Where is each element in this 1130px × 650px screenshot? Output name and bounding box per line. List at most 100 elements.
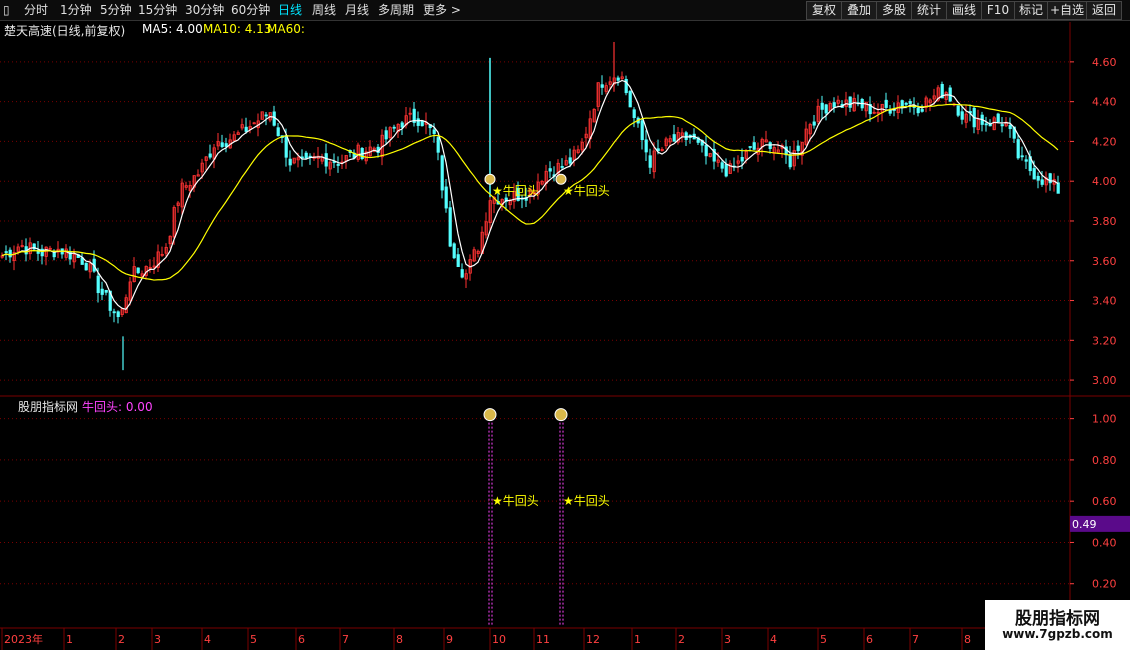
tab-15min[interactable]: 15分钟 bbox=[138, 2, 177, 18]
candle-body bbox=[644, 139, 648, 153]
candle-body bbox=[1016, 139, 1020, 159]
time-axis-label: 5 bbox=[820, 633, 827, 646]
candle-body bbox=[324, 153, 328, 167]
candle-body bbox=[1056, 182, 1060, 194]
time-axis-label: 9 bbox=[446, 633, 453, 646]
candle-body bbox=[52, 252, 56, 258]
signal-markers: ★牛回头 ★牛回头 ★牛回头 ★牛回头 bbox=[483, 173, 610, 625]
time-axis-label: 12 bbox=[586, 633, 600, 646]
candle-body bbox=[632, 109, 636, 118]
candle-body bbox=[460, 269, 464, 278]
back-button[interactable]: 返回 bbox=[1086, 1, 1122, 20]
candle-body bbox=[628, 91, 632, 108]
time-axis-label: 4 bbox=[770, 633, 777, 646]
candle-body bbox=[548, 168, 552, 172]
time-axis-label: 10 bbox=[492, 633, 506, 646]
cursor-value-label: 0.49 bbox=[1072, 518, 1097, 531]
candle-body bbox=[444, 186, 448, 209]
candle-body bbox=[100, 288, 104, 295]
candle-body bbox=[220, 142, 224, 147]
time-axis-label: 2 bbox=[678, 633, 685, 646]
candle-body bbox=[432, 129, 436, 134]
tab-30min[interactable]: 30分钟 bbox=[185, 2, 224, 18]
time-axis-label: 1 bbox=[634, 633, 641, 646]
draw-line-button[interactable]: 画线 bbox=[946, 1, 982, 20]
add-watchlist-button[interactable]: +自选 bbox=[1047, 1, 1087, 20]
price-tick-label: 4.00 bbox=[1092, 175, 1117, 188]
period-toolbar: ▯ 分时 1分钟 5分钟 15分钟 30分钟 60分钟 日线 周线 月线 多周期… bbox=[0, 0, 1130, 21]
candle-body bbox=[920, 109, 924, 112]
tab-monthly[interactable]: 月线 bbox=[345, 2, 369, 18]
tab-multi-period[interactable]: 多周期 bbox=[378, 2, 414, 18]
candle-body bbox=[84, 262, 88, 271]
price-tick-label: 3.00 bbox=[1092, 374, 1117, 387]
time-axis-label: 5 bbox=[250, 633, 257, 646]
candle-body bbox=[848, 96, 852, 108]
candle-body bbox=[456, 254, 460, 268]
time-axis-label: 7 bbox=[912, 633, 919, 646]
candle-body bbox=[276, 127, 280, 137]
indicator-tick-label: 1.00 bbox=[1092, 413, 1117, 426]
tab-fenshi[interactable]: 分时 bbox=[24, 2, 48, 18]
price-tick-label: 3.40 bbox=[1092, 295, 1117, 308]
candle-body bbox=[996, 113, 1000, 123]
time-axis-label: 7 bbox=[342, 633, 349, 646]
candle-body bbox=[908, 101, 912, 104]
candle-body bbox=[336, 164, 340, 166]
candle-body bbox=[672, 134, 676, 142]
candle-body bbox=[440, 155, 444, 191]
time-axis-label: 6 bbox=[298, 633, 305, 646]
candle-body bbox=[1020, 155, 1024, 158]
tab-60min[interactable]: 60分钟 bbox=[231, 2, 270, 18]
tab-1min[interactable]: 1分钟 bbox=[60, 2, 92, 18]
candle-body bbox=[284, 135, 288, 158]
fuquan-button[interactable]: 复权 bbox=[806, 1, 842, 20]
price-tick-label: 3.60 bbox=[1092, 255, 1117, 268]
candle-body bbox=[452, 243, 456, 259]
tab-daily[interactable]: 日线 bbox=[278, 2, 302, 18]
tab-split[interactable]: ▯ bbox=[3, 2, 10, 18]
candle-body bbox=[4, 251, 8, 253]
indicator-tick-label: 0.40 bbox=[1092, 536, 1117, 549]
candle-body bbox=[984, 123, 988, 126]
price-tick-label: 3.80 bbox=[1092, 215, 1117, 228]
candle-body bbox=[884, 99, 888, 108]
candle-body bbox=[740, 156, 744, 162]
candle-body bbox=[420, 120, 424, 127]
overlay-button[interactable]: 叠加 bbox=[841, 1, 877, 20]
candle-body bbox=[796, 145, 800, 152]
candle-body bbox=[684, 132, 688, 140]
candle-body bbox=[8, 249, 12, 258]
price-tick-label: 4.40 bbox=[1092, 96, 1117, 109]
candle-body bbox=[112, 311, 116, 314]
signal-label: ★牛回头 bbox=[492, 183, 539, 198]
candle-body bbox=[384, 130, 388, 140]
candle-body bbox=[1024, 159, 1028, 162]
indicator-tick-label: 0.20 bbox=[1092, 578, 1117, 591]
tab-more[interactable]: 更多 > bbox=[423, 2, 461, 18]
candle-body bbox=[304, 152, 308, 159]
kline-chart[interactable]: ★牛回头 ★牛回头 ★牛回头 ★牛回头 4.60 4.40 4.20 4.00 3.80 3.6… bbox=[0, 20, 1130, 650]
time-axis-label: 4 bbox=[204, 633, 211, 646]
time-axis-label: 2 bbox=[118, 633, 125, 646]
candle-body bbox=[96, 275, 100, 294]
stats-button[interactable]: 统计 bbox=[911, 1, 947, 20]
indicator-tick-label: 0.60 bbox=[1092, 495, 1117, 508]
tab-weekly[interactable]: 周线 bbox=[312, 2, 336, 18]
candle-body bbox=[1000, 124, 1004, 127]
candle-body bbox=[900, 100, 904, 107]
stock-title: 楚天高速(日线,前复权) bbox=[4, 24, 126, 38]
tab-5min[interactable]: 5分钟 bbox=[100, 2, 132, 18]
multi-stock-button[interactable]: 多股 bbox=[876, 1, 912, 20]
f10-button[interactable]: F10 bbox=[981, 1, 1015, 20]
time-axis-label: 2023年 bbox=[4, 632, 43, 646]
candle-body bbox=[956, 105, 960, 116]
indicator-signal-label: ★牛回头 bbox=[492, 493, 539, 508]
mark-button[interactable]: 标记 bbox=[1014, 1, 1048, 20]
candle-body bbox=[788, 154, 792, 168]
candle-body bbox=[1032, 168, 1036, 180]
candle-body bbox=[1008, 124, 1012, 130]
candle-body bbox=[264, 114, 268, 117]
money-bag-icon bbox=[483, 408, 497, 422]
indicator-tick-label: 0.80 bbox=[1092, 454, 1117, 467]
